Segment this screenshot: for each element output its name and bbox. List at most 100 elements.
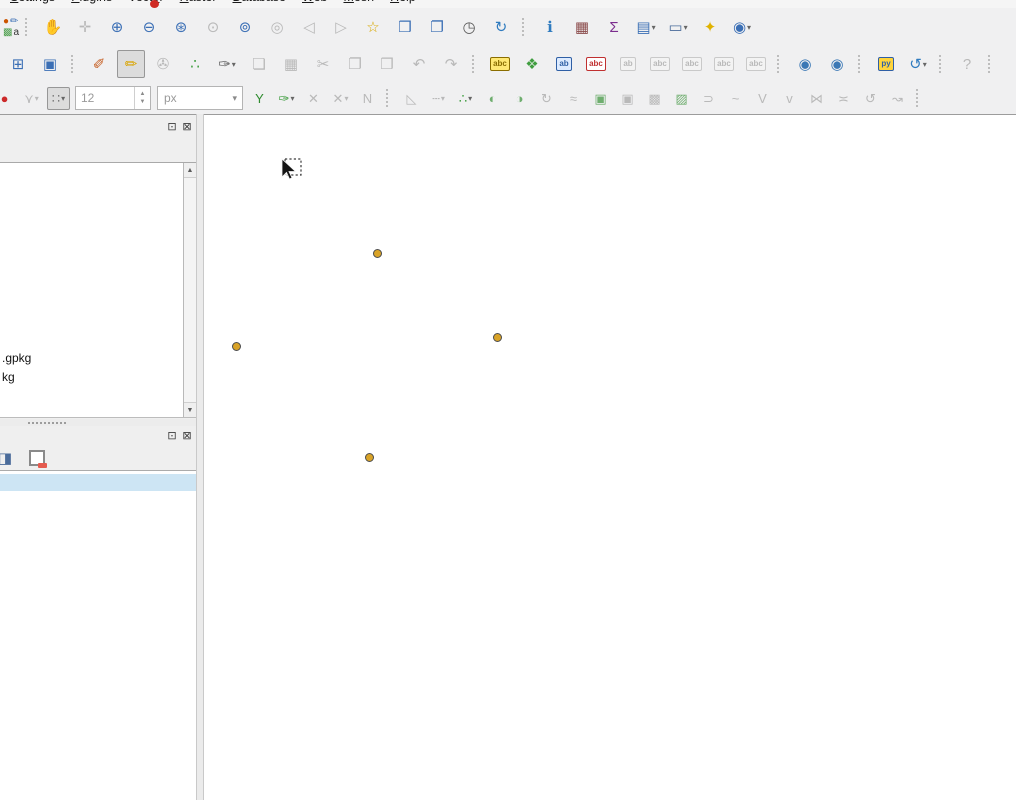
refresh-map-icon[interactable]: ↻ — [487, 13, 515, 41]
identify-features-icon[interactable]: ℹ — [536, 13, 564, 41]
delete-part-icon[interactable]: ▨ — [670, 87, 693, 110]
open-attribute-table-icon[interactable]: ▦ — [568, 13, 596, 41]
highlight-pinned-labels-icon[interactable]: abc — [582, 50, 610, 78]
python-console-icon[interactable]: py — [872, 50, 900, 78]
measure-icon[interactable]: ▭▾ — [664, 13, 692, 41]
browser-scrollbar[interactable]: ▲ ▼ — [183, 163, 196, 417]
menu-settings[interactable]: Settings — [2, 0, 63, 4]
layer-diagram-icon[interactable]: ❖ — [518, 50, 546, 78]
save-layer-edits-icon[interactable]: ✇ — [149, 50, 177, 78]
zoom-last-icon[interactable]: ◁ — [295, 13, 323, 41]
move-feature-icon[interactable]: ◐ — [481, 87, 504, 110]
add-point-feature-icon[interactable]: ∴ — [181, 50, 209, 78]
vertex-tool-current-layer-icon[interactable]: ✕▾ — [329, 87, 352, 110]
menu-help[interactable]: Help — [382, 0, 424, 4]
snapping-tolerance-spin[interactable]: 12▲▼ — [75, 86, 151, 110]
browser-item[interactable]: .gpkg — [0, 349, 196, 368]
panel-splitter-horizontal[interactable] — [0, 419, 196, 426]
close-panel-icon[interactable]: ⊠ — [181, 430, 193, 442]
browser-tree[interactable]: .gpkgkg ▲ ▼ — [0, 162, 196, 418]
split-parts-icon[interactable]: v — [778, 87, 801, 110]
temporal-controller-icon[interactable]: ◷ — [455, 13, 483, 41]
map-tips-icon[interactable]: ✦ — [696, 13, 724, 41]
layers-tree[interactable] — [0, 470, 196, 800]
topological-editing-icon[interactable]: Y — [248, 87, 271, 110]
selected-layer-row[interactable] — [0, 474, 196, 491]
add-ring-icon[interactable]: ▣ — [589, 87, 612, 110]
copy-features-icon[interactable]: ❐ — [341, 50, 369, 78]
map-canvas[interactable] — [204, 115, 1016, 800]
cad-tools-icon[interactable]: ◺ — [400, 87, 423, 110]
undo-icon[interactable]: ↶ — [405, 50, 433, 78]
copy-move-feature-icon[interactable]: ◑ — [508, 87, 531, 110]
stream-digitizing-icon[interactable]: N — [356, 87, 379, 110]
fill-ring-icon[interactable]: ▣ — [616, 87, 639, 110]
rotate-point-symbols-icon[interactable]: ↺ — [859, 87, 882, 110]
reshape-features-icon[interactable]: ~ — [724, 87, 747, 110]
zoom-to-selection-icon[interactable]: ⊙ — [199, 13, 227, 41]
cut-features-icon[interactable]: ✂ — [309, 50, 337, 78]
simplify-feature-icon[interactable]: ≈ — [562, 87, 585, 110]
pan-map-icon[interactable]: ✋ — [39, 13, 67, 41]
split-features-icon[interactable]: V — [751, 87, 774, 110]
zoom-in-icon[interactable]: ⊕ — [103, 13, 131, 41]
zoom-native-icon[interactable]: ◎ — [263, 13, 291, 41]
remove-layer-icon[interactable] — [23, 446, 51, 470]
zoom-next-icon[interactable]: ▷ — [327, 13, 355, 41]
vertex-tool-icon[interactable]: ✑▾ — [213, 50, 241, 78]
close-panel-icon[interactable]: ⊠ — [181, 121, 193, 133]
circular-arrow-plugin-icon[interactable]: ↺▾ — [904, 50, 932, 78]
clipped-legend-filter-icon[interactable]: ◨ — [0, 446, 19, 470]
new-map-view-icon[interactable]: ⊞ — [4, 50, 32, 78]
offset-point-symbols-icon[interactable]: ↝ — [886, 87, 909, 110]
offset-curve-icon[interactable]: ⊃ — [697, 87, 720, 110]
modify-attributes-icon[interactable]: ❏ — [245, 50, 273, 78]
menu-vector[interactable]: Vector — [120, 0, 171, 4]
snapping-unit-combo[interactable]: px▾ — [157, 86, 243, 110]
zoom-out-icon[interactable]: ⊖ — [135, 13, 163, 41]
scroll-up-icon[interactable]: ▲ — [184, 163, 196, 178]
bookmarks-panel-icon[interactable]: ❐ — [423, 13, 451, 41]
vertex-snapping-icon[interactable]: ∷▾ — [47, 87, 70, 110]
move-label-icon[interactable]: ab — [614, 50, 642, 78]
browser-item[interactable]: kg — [0, 368, 196, 387]
zoom-to-layer-icon[interactable]: ⊚ — [231, 13, 259, 41]
float-panel-icon[interactable]: ⊡ — [166, 430, 178, 442]
help-contents-icon[interactable]: ? — [953, 50, 981, 78]
statistical-summary-icon[interactable]: Σ — [600, 13, 628, 41]
delete-selected-icon[interactable]: ▦ — [277, 50, 305, 78]
menu-web[interactable]: Web — [294, 0, 335, 4]
menu-raster[interactable]: Raster — [172, 0, 225, 4]
attribute-table-views-icon[interactable]: ▤▾ — [632, 13, 660, 41]
panel-splitter-vertical[interactable] — [196, 114, 204, 800]
delete-ring-icon[interactable]: ▩ — [643, 87, 666, 110]
locator-search-icon[interactable]: ◉▾ — [728, 13, 756, 41]
rotate-label-icon[interactable]: abc — [678, 50, 706, 78]
show-hide-labels-icon[interactable]: abc — [646, 50, 674, 78]
change-label-properties-icon[interactable]: abc — [742, 50, 770, 78]
new-3d-map-view-icon[interactable]: ▣ — [36, 50, 64, 78]
zoom-full-icon[interactable]: ⊛ — [167, 13, 195, 41]
vertex-tool-all-layers-icon[interactable]: ✕ — [302, 87, 325, 110]
globe-add-icon[interactable]: ◉ — [791, 50, 819, 78]
scroll-down-icon[interactable]: ▼ — [184, 402, 196, 417]
show-bookmarks-icon[interactable]: ❒ — [391, 13, 419, 41]
clipped-red-icon[interactable]: ● — [0, 87, 16, 110]
digitize-shape-icon[interactable]: ∴▾ — [454, 87, 477, 110]
globe-remove-icon[interactable]: ◉ — [823, 50, 851, 78]
redo-icon[interactable]: ↷ — [437, 50, 465, 78]
layer-labeling-icon[interactable]: abc — [486, 50, 514, 78]
current-edits-icon[interactable]: ✐ — [85, 50, 113, 78]
rotate-feature-icon[interactable]: ↻ — [535, 87, 558, 110]
new-spatial-bookmark-icon[interactable]: ☆ — [359, 13, 387, 41]
enable-tracing-icon[interactable]: ✑▾ — [275, 87, 298, 110]
menu-database[interactable]: Database — [224, 0, 294, 4]
snapping-mode-icon[interactable]: ⋎▾ — [20, 87, 43, 110]
float-panel-icon[interactable]: ⊡ — [166, 121, 178, 133]
undo-label-edits-icon[interactable]: abc — [710, 50, 738, 78]
pan-to-selection-icon[interactable]: ✛ — [71, 13, 99, 41]
clipped-symbology-icons[interactable]: ●✏▩a — [3, 16, 19, 38]
merge-attributes-icon[interactable]: ≍ — [832, 87, 855, 110]
pin-labels-icon[interactable]: ab — [550, 50, 578, 78]
toggle-editing-icon[interactable]: ✏ — [117, 50, 145, 78]
